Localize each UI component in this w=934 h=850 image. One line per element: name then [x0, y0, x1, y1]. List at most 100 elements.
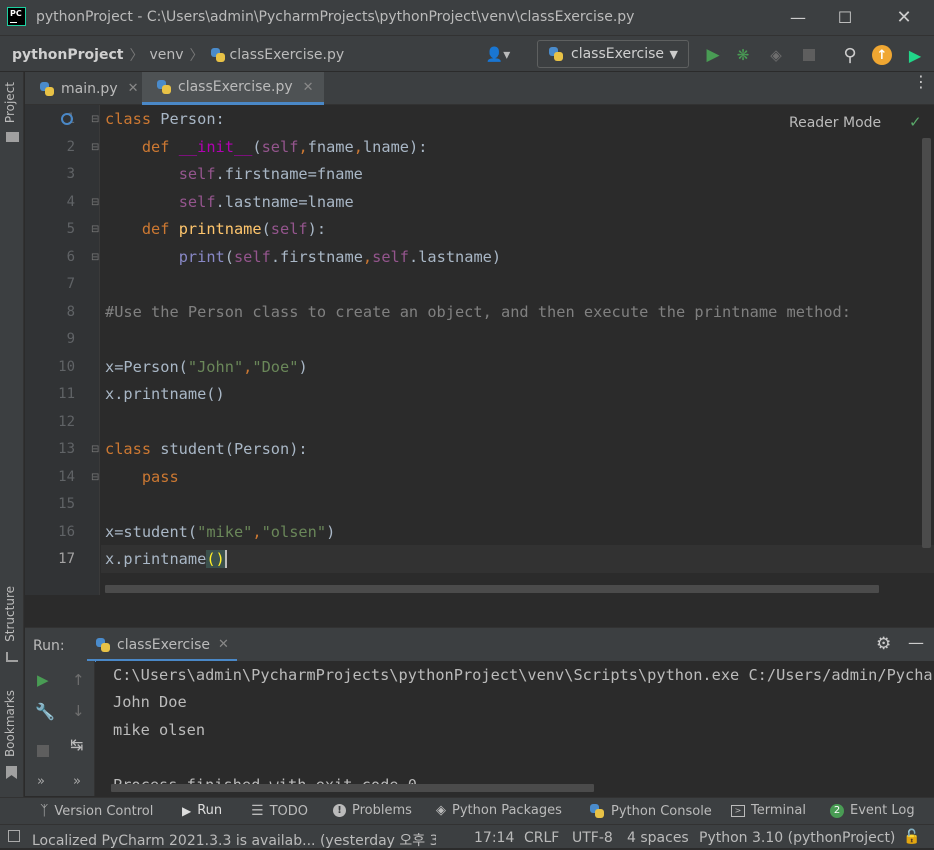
rerun-icon[interactable]: ▶ [37, 671, 49, 689]
arrow-down-icon[interactable]: ↓ [72, 702, 85, 720]
python-icon [548, 46, 564, 62]
fold-icon[interactable]: ⊟ [91, 472, 99, 483]
fold-icon[interactable]: ⊟ [91, 252, 99, 263]
coverage-icon[interactable]: ◈ [766, 45, 786, 65]
python-console-tool[interactable]: Python Console [589, 803, 712, 819]
info-icon: ! [333, 804, 346, 817]
reader-mode-button[interactable]: Reader Mode [789, 115, 881, 131]
code-editor[interactable]: class Person: def __init__(self,fname,ln… [101, 105, 934, 595]
expand-icon[interactable]: » [73, 774, 81, 789]
fold-icon[interactable]: ⊟ [91, 114, 99, 125]
more-options-icon[interactable]: ⋮ [913, 74, 929, 90]
todo-tool[interactable]: ☰ TODO [251, 803, 308, 819]
stop-icon[interactable] [799, 45, 819, 65]
code-line: def printname(self): [141, 220, 327, 238]
code-line: print(self.firstname,self.lastname) [178, 248, 502, 266]
python-packages-tool[interactable]: ◈ Python Packages [436, 803, 562, 818]
breadcrumb: pythonProject 〉 venv 〉 classExercise.py [12, 45, 344, 65]
console-horizontal-scrollbar[interactable] [111, 784, 594, 792]
bottom-tool-bar: ᛉ Version Control ▶ Run ☰ TODO ! Problems ◈ P… [0, 797, 934, 824]
check-icon[interactable]: ✓ [909, 113, 922, 131]
arrow-up-icon[interactable]: ↑ [72, 671, 85, 689]
run-icon[interactable]: ▶ [703, 45, 723, 65]
branch-icon: ᛉ [40, 803, 49, 819]
expand-icon[interactable]: » [37, 774, 45, 789]
code-with-me-icon[interactable]: ▶ [905, 45, 925, 65]
line-number: 13 [58, 441, 75, 457]
bookmarks-tool-tab[interactable]: Bookmarks [3, 690, 17, 757]
wrench-icon[interactable]: 🔧 [35, 702, 55, 721]
status-message[interactable]: Localized PyCharm 2021.3.3 is availab...… [32, 830, 436, 850]
minimize-button[interactable]: — [775, 0, 821, 35]
run-tool[interactable]: ▶ Run [182, 803, 222, 818]
fold-icon[interactable]: ⊟ [91, 197, 99, 208]
breadcrumb-folder[interactable]: venv [149, 47, 183, 63]
editor-gutter: 1 2 3 4 5 6 7 8 9 10 11 12 13 14 15 16 1… [25, 105, 100, 595]
breadcrumb-file[interactable]: classExercise.py [230, 47, 345, 63]
horizontal-scrollbar[interactable] [105, 585, 879, 593]
line-separator[interactable]: CRLF [524, 830, 559, 846]
soft-wrap-icon[interactable]: ↹ [70, 735, 83, 754]
tab-label: main.py [61, 80, 118, 97]
close-tab-icon[interactable]: ✕ [303, 80, 314, 95]
fold-icon[interactable]: ⊟ [91, 142, 99, 153]
console-output[interactable]: C:\Users\admin\PycharmProjects\pythonPro… [96, 661, 934, 796]
fold-icon[interactable]: ⊟ [91, 444, 99, 455]
tool-label: Problems [352, 803, 412, 818]
line-number: 6 [66, 249, 75, 265]
list-icon: ☰ [251, 803, 264, 819]
line-number: 12 [58, 414, 75, 430]
line-number: 11 [58, 386, 75, 402]
project-tool-tab[interactable]: Project [3, 82, 17, 123]
tab-classexercise-py[interactable]: classExercise.py ✕ [142, 72, 324, 105]
search-icon[interactable]: ⚲ [840, 45, 860, 66]
run-tab-classexercise[interactable]: classExercise ✕ [87, 630, 237, 662]
tool-label: Run [197, 803, 223, 818]
line-number: 15 [58, 496, 75, 512]
structure-tool-tab[interactable]: Structure [3, 586, 17, 642]
run-configuration-select[interactable]: classExercise ▼ [537, 40, 689, 68]
bookmark-icon [6, 766, 17, 779]
update-icon[interactable]: ↑ [872, 45, 892, 65]
problems-tool[interactable]: ! Problems [333, 803, 412, 818]
fold-icon[interactable]: ⊟ [91, 224, 99, 235]
gear-icon[interactable]: ⚙ [876, 634, 891, 654]
run-panel-label: Run: [33, 638, 65, 654]
breadcrumb-project[interactable]: pythonProject [12, 47, 123, 63]
python-interpreter[interactable]: Python 3.10 (pythonProject) [699, 830, 895, 846]
stop-icon[interactable] [37, 745, 49, 757]
chevron-right-icon: 〉 [129, 48, 144, 64]
chevron-right-icon: 〉 [189, 48, 204, 64]
tool-windows-toggle-icon[interactable] [8, 830, 20, 842]
file-encoding[interactable]: UTF-8 [572, 830, 613, 846]
code-line: class student(Person): [105, 440, 308, 458]
indent-setting[interactable]: 4 spaces [627, 830, 689, 846]
line-number: 2 [66, 139, 75, 155]
maximize-button[interactable]: ☐ [822, 0, 868, 35]
window-title: pythonProject - C:\Users\admin\PycharmPr… [36, 9, 635, 25]
debug-icon[interactable]: ❋ [733, 45, 753, 65]
navigation-bar: pythonProject 〉 venv 〉 classExercise.py … [0, 36, 934, 72]
user-account-icon[interactable]: 👤▾ [483, 45, 513, 65]
tool-label: Event Log [850, 803, 915, 818]
event-log-tool[interactable]: 2 Event Log [830, 803, 915, 818]
vertical-scrollbar[interactable] [922, 138, 931, 548]
run-tab-label: classExercise [117, 636, 211, 653]
override-marker-icon[interactable] [61, 113, 73, 125]
code-line: self.lastname=lname [178, 193, 354, 211]
structure-icon [6, 652, 18, 662]
close-tab-icon[interactable]: ✕ [218, 637, 229, 652]
line-number: 17 [58, 551, 75, 567]
caret-position[interactable]: 17:14 [474, 830, 514, 846]
tab-main-py[interactable]: main.py ✕ [25, 72, 149, 105]
tool-label: Python Console [611, 803, 712, 819]
close-tab-icon[interactable]: ✕ [128, 81, 139, 96]
close-button[interactable]: ✕ [881, 0, 927, 35]
python-file-icon [210, 47, 226, 63]
version-control-tool[interactable]: ᛉ Version Control [40, 803, 153, 819]
unlock-icon[interactable]: 🔓 [903, 829, 920, 845]
code-line: self.firstname=fname [178, 165, 363, 183]
hide-panel-icon[interactable]: — [908, 633, 924, 652]
editor-tabs: main.py ✕ classExercise.py ✕ ⋮ [25, 72, 934, 105]
terminal-tool[interactable]: > Terminal [731, 803, 806, 818]
